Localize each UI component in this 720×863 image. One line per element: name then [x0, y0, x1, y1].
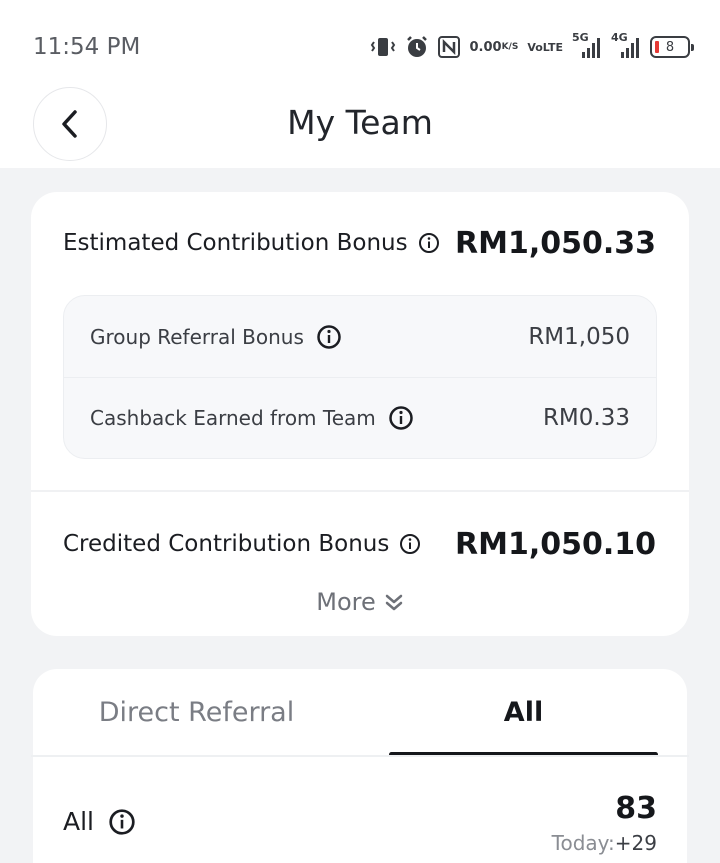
info-icon[interactable]: [108, 808, 136, 836]
bonus-card: Estimated Contribution Bonus RM1,050.33 …: [31, 192, 689, 636]
credited-bonus-label: Credited Contribution Bonus: [63, 531, 390, 557]
member-count-label: All: [63, 807, 94, 836]
group-referral-row: Group Referral Bonus RM1,050: [64, 296, 656, 377]
divider: [31, 755, 689, 757]
alarm-icon: [405, 35, 429, 59]
team-card: Direct Referral All All 83 Today:+29: [31, 669, 689, 863]
member-count-title: All: [63, 807, 136, 836]
estimated-bonus-title: Estimated Contribution Bonus: [63, 230, 440, 256]
divider: [31, 490, 689, 492]
nfc-icon: [438, 36, 461, 58]
status-time: 11:54 PM: [33, 34, 141, 60]
today-increase: Today:+29: [551, 831, 657, 855]
cashback-row: Cashback Earned from Team RM0.33: [64, 377, 656, 458]
more-button[interactable]: More: [31, 588, 689, 616]
bonus-breakdown: Group Referral Bonus RM1,050 Cashback Ea…: [63, 295, 657, 459]
double-chevron-down-icon: [385, 594, 402, 611]
status-bar: 11:54 PM 0.00 K/S Vo LTE 5G 4G 8: [0, 0, 720, 84]
member-count-value: 83: [615, 791, 657, 826]
page-title: My Team: [287, 103, 433, 142]
signal-5g-icon: 5G: [572, 32, 602, 60]
info-icon[interactable]: [399, 533, 421, 555]
info-icon[interactable]: [418, 232, 440, 254]
tab-direct-referral[interactable]: Direct Referral: [33, 669, 360, 755]
more-label: More: [316, 588, 376, 616]
credited-bonus-amount: RM1,050.10: [455, 527, 656, 562]
info-icon[interactable]: [388, 405, 414, 431]
estimated-bonus-label: Estimated Contribution Bonus: [63, 230, 408, 256]
credited-bonus-title: Credited Contribution Bonus: [63, 531, 421, 557]
estimated-bonus-amount: RM1,050.33: [455, 226, 656, 261]
group-referral-amount: RM1,050: [528, 323, 630, 350]
group-referral-title: Group Referral Bonus: [90, 324, 342, 350]
cashback-amount: RM0.33: [542, 405, 630, 431]
network-speed: 0.00 K/S: [469, 39, 519, 55]
signal-4g-icon: 4G: [611, 32, 641, 60]
cashback-title: Cashback Earned from Team: [90, 405, 414, 431]
status-icons: 0.00 K/S Vo LTE 5G 4G 8: [370, 32, 694, 62]
info-icon[interactable]: [316, 324, 342, 350]
volte-icon: Vo LTE: [527, 40, 563, 54]
tab-all[interactable]: All: [360, 669, 687, 755]
vibrate-icon: [370, 36, 396, 58]
app-header: My Team: [0, 84, 720, 168]
battery-icon: 8: [650, 36, 694, 58]
